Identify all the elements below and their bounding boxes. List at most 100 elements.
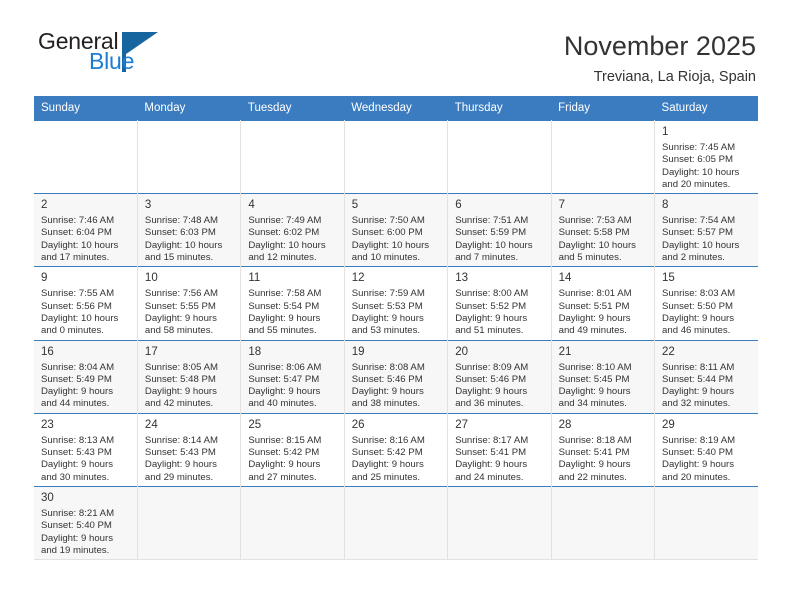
day-number: 26: [351, 418, 365, 431]
daylight-text-line1: Daylight: 10 hours: [144, 239, 223, 251]
calendar-day-cell[interactable]: 18 Sunrise: 8:06 AM Sunset: 5:47 PM Dayligh…: [240, 339, 345, 414]
calendar-day-cell[interactable]: 5 Sunrise: 7:50 AM Sunset: 6:00 PM Daylight…: [344, 193, 449, 267]
sunrise-text: Sunrise: 7:46 AM: [41, 215, 115, 227]
sunset-text: Sunset: 5:43 PM: [144, 447, 216, 459]
day-number: 3: [144, 199, 152, 212]
calendar-day-cell[interactable]: 9 Sunrise: 7:55 AM Sunset: 5:56 PM Daylight…: [34, 266, 138, 341]
sunset-text: Sunset: 5:45 PM: [558, 373, 630, 385]
sunrise-text: Sunrise: 8:19 AM: [662, 434, 736, 446]
weekday-header-friday: Friday: [551, 96, 655, 121]
calendar-day-cell-empty: [240, 119, 345, 194]
daylight-text-line1: Daylight: 9 hours: [144, 312, 217, 324]
calendar-day-cell[interactable]: 7 Sunrise: 7:53 AM Sunset: 5:58 PM Daylight…: [551, 193, 656, 267]
sunset-text: Sunset: 5:59 PM: [455, 227, 527, 239]
calendar-day-cell[interactable]: 23 Sunrise: 8:13 AM Sunset: 5:43 PM Dayligh…: [34, 412, 138, 487]
sunset-text: Sunset: 5:51 PM: [558, 300, 630, 312]
calendar-day-cell[interactable]: 27 Sunrise: 8:17 AM Sunset: 5:41 PM Dayligh…: [447, 412, 552, 487]
calendar-day-cell[interactable]: 19 Sunrise: 8:08 AM Sunset: 5:46 PM Dayligh…: [344, 339, 449, 414]
weekday-header-sunday: Sunday: [34, 96, 138, 121]
sunrise-text: Sunrise: 8:01 AM: [558, 288, 632, 300]
daylight-text-line1: Daylight: 10 hours: [662, 166, 740, 178]
calendar-day-cell[interactable]: 4 Sunrise: 7:49 AM Sunset: 6:02 PM Daylight…: [240, 193, 345, 267]
daylight-text-line1: Daylight: 9 hours: [41, 459, 113, 471]
sunset-text: Sunset: 5:47 PM: [248, 373, 320, 385]
weekday-header-thursday: Thursday: [447, 96, 552, 121]
sunset-text: Sunset: 5:42 PM: [351, 447, 423, 459]
calendar-day-cell[interactable]: 8 Sunrise: 7:54 AM Sunset: 5:57 PM Daylight…: [654, 193, 758, 267]
daylight-text-line1: Daylight: 9 hours: [248, 386, 321, 398]
sunset-text: Sunset: 5:48 PM: [144, 373, 216, 385]
calendar-day-cell-empty: [240, 485, 345, 561]
sunset-text: Sunset: 5:40 PM: [41, 520, 112, 532]
daylight-text-line2: and 20 minutes.: [662, 471, 731, 483]
sunrise-text: Sunrise: 8:05 AM: [144, 361, 218, 373]
calendar-day-cell[interactable]: 22 Sunrise: 8:11 AM Sunset: 5:44 PM Dayligh…: [654, 339, 758, 414]
calendar-day-cell[interactable]: 29 Sunrise: 8:19 AM Sunset: 5:40 PM Dayligh…: [654, 412, 758, 487]
weekday-header-wednesday: Wednesday: [344, 96, 448, 121]
calendar-day-cell[interactable]: 15 Sunrise: 8:03 AM Sunset: 5:50 PM Dayligh…: [654, 266, 758, 341]
calendar-body: 1 Sunrise: 7:45 AM Sunset: 6:05 PM Daylight…: [34, 119, 758, 561]
daylight-text-line1: Daylight: 9 hours: [41, 386, 113, 398]
sunset-text: Sunset: 5:56 PM: [41, 300, 112, 312]
calendar-day-cell[interactable]: 3 Sunrise: 7:48 AM Sunset: 6:03 PM Daylight…: [137, 193, 242, 267]
sunrise-text: Sunrise: 7:51 AM: [455, 215, 529, 227]
daylight-text-line2: and 36 minutes.: [455, 398, 524, 410]
daylight-text-line1: Daylight: 9 hours: [144, 459, 217, 471]
sunset-text: Sunset: 5:57 PM: [662, 227, 733, 239]
day-number: 7: [558, 199, 566, 212]
daylight-text-line1: Daylight: 9 hours: [558, 459, 631, 471]
calendar-day-cell[interactable]: 17 Sunrise: 8:05 AM Sunset: 5:48 PM Dayligh…: [137, 339, 242, 414]
sunset-text: Sunset: 5:41 PM: [455, 447, 527, 459]
calendar-day-cell[interactable]: 20 Sunrise: 8:09 AM Sunset: 5:46 PM Dayligh…: [447, 339, 552, 414]
daylight-text-line2: and 29 minutes.: [144, 471, 214, 483]
weekday-header-row: Sunday Monday Tuesday Wednesday Thursday…: [34, 96, 758, 121]
day-number: 29: [662, 418, 675, 431]
daylight-text-line2: and 38 minutes.: [351, 398, 421, 410]
calendar-day-cell[interactable]: 1 Sunrise: 7:45 AM Sunset: 6:05 PM Daylight…: [654, 119, 758, 194]
calendar-day-cell[interactable]: 12 Sunrise: 7:59 AM Sunset: 5:53 PM Dayligh…: [344, 266, 449, 341]
daylight-text-line1: Daylight: 9 hours: [455, 386, 528, 398]
daylight-text-line1: Daylight: 9 hours: [351, 312, 424, 324]
calendar-day-cell[interactable]: 28 Sunrise: 8:18 AM Sunset: 5:41 PM Dayligh…: [551, 412, 656, 487]
sunrise-text: Sunrise: 8:13 AM: [41, 434, 115, 446]
calendar-day-cell-empty: [344, 485, 449, 561]
sunset-text: Sunset: 5:46 PM: [455, 373, 527, 385]
day-number: 11: [248, 272, 261, 285]
daylight-text-line2: and 32 minutes.: [662, 398, 731, 410]
calendar-day-cell[interactable]: 14 Sunrise: 8:01 AM Sunset: 5:51 PM Dayligh…: [551, 266, 656, 341]
calendar-week-row: 2 Sunrise: 7:46 AM Sunset: 6:04 PM Daylight…: [34, 193, 758, 267]
calendar-day-cell[interactable]: 21 Sunrise: 8:10 AM Sunset: 5:45 PM Dayligh…: [551, 339, 656, 414]
calendar-day-cell[interactable]: 6 Sunrise: 7:51 AM Sunset: 5:59 PM Daylight…: [447, 193, 552, 267]
calendar-day-cell[interactable]: 10 Sunrise: 7:56 AM Sunset: 5:55 PM Dayligh…: [137, 266, 242, 341]
calendar-day-cell[interactable]: 16 Sunrise: 8:04 AM Sunset: 5:49 PM Dayligh…: [34, 339, 138, 414]
calendar-day-cell-empty: [447, 119, 552, 194]
day-number: 4: [248, 199, 255, 212]
calendar-day-cell[interactable]: 25 Sunrise: 8:15 AM Sunset: 5:42 PM Dayligh…: [240, 412, 345, 487]
sunset-text: Sunset: 6:00 PM: [351, 227, 423, 239]
daylight-text-line1: Daylight: 9 hours: [662, 386, 735, 398]
daylight-text-line1: Daylight: 9 hours: [662, 459, 735, 471]
brand-logo[interactable]: General Blue: [34, 28, 184, 76]
day-number: 16: [41, 345, 54, 358]
daylight-text-line1: Daylight: 10 hours: [41, 239, 119, 251]
calendar-day-cell[interactable]: 30 Sunrise: 8:21 AM Sunset: 5:40 PM Dayligh…: [34, 485, 138, 561]
day-number: 30: [41, 491, 54, 504]
sunrise-text: Sunrise: 7:48 AM: [144, 215, 218, 227]
calendar-day-cell[interactable]: 13 Sunrise: 8:00 AM Sunset: 5:52 PM Dayligh…: [447, 266, 552, 341]
calendar-day-cell[interactable]: 2 Sunrise: 7:46 AM Sunset: 6:04 PM Daylight…: [34, 193, 138, 267]
calendar-day-cell[interactable]: 11 Sunrise: 7:58 AM Sunset: 5:54 PM Dayligh…: [240, 266, 345, 341]
daylight-text-line2: and 49 minutes.: [558, 325, 627, 337]
day-number: 18: [248, 345, 262, 358]
daylight-text-line1: Daylight: 10 hours: [351, 239, 430, 251]
calendar-day-cell[interactable]: 26 Sunrise: 8:16 AM Sunset: 5:42 PM Dayligh…: [344, 412, 449, 487]
sunrise-text: Sunrise: 8:09 AM: [455, 361, 529, 373]
weekday-header-saturday: Saturday: [654, 96, 758, 121]
daylight-text-line2: and 51 minutes.: [455, 325, 524, 337]
calendar-day-cell[interactable]: 24 Sunrise: 8:14 AM Sunset: 5:43 PM Dayligh…: [137, 412, 242, 487]
daylight-text-line1: Daylight: 9 hours: [558, 386, 631, 398]
sunset-text: Sunset: 5:53 PM: [351, 300, 423, 312]
sunrise-text: Sunrise: 8:03 AM: [662, 288, 736, 300]
daylight-text-line2: and 19 minutes.: [41, 544, 110, 556]
sunset-text: Sunset: 5:43 PM: [41, 447, 112, 459]
day-number: 22: [662, 345, 675, 358]
